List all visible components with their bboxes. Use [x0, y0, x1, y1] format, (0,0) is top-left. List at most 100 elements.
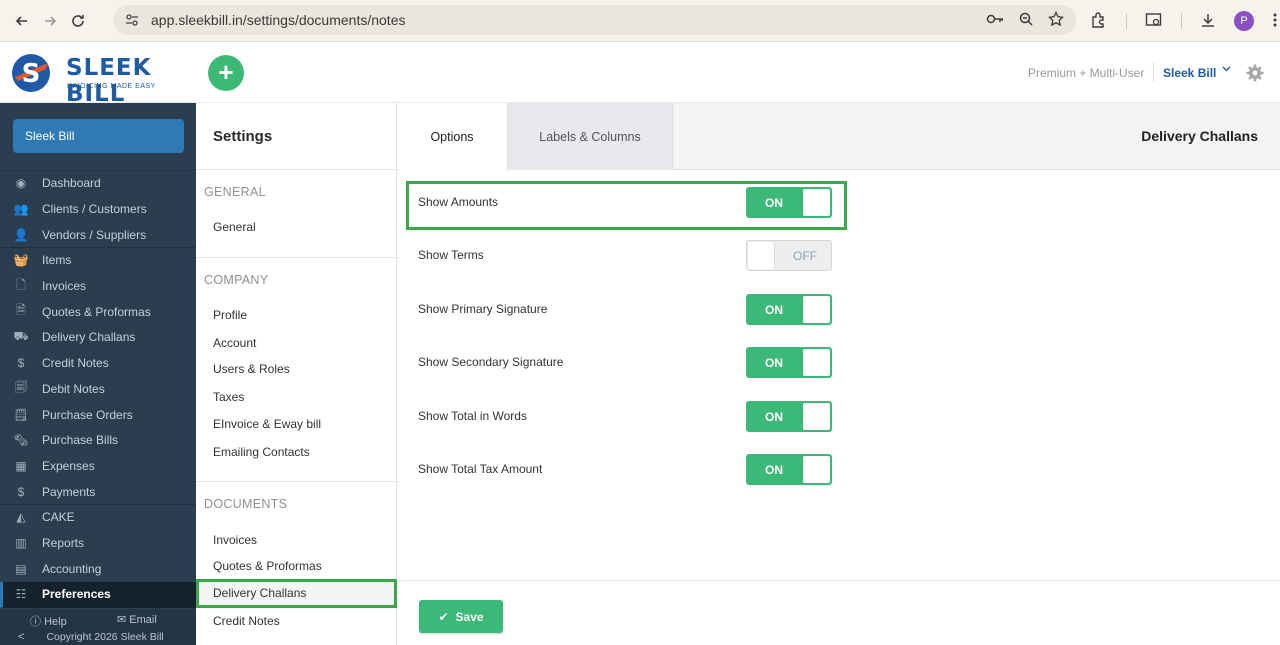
settings-divider: [196, 257, 396, 258]
truck-icon: ⛟: [13, 329, 29, 344]
app-header: S SLEEK BILL INVOICING MADE EASY + Premi…: [0, 42, 1280, 107]
settings-item-profile[interactable]: Profile: [213, 308, 247, 322]
sidebar-item-label: CAKE: [42, 510, 75, 525]
sidebar-item-purchase-bills[interactable]: 🗞 Purchase Bills: [0, 428, 196, 454]
sidebar-item-accounting[interactable]: ▤ Accounting: [0, 556, 196, 582]
option-label: Show Secondary Signature: [418, 355, 564, 369]
browser-toolbar: app.sleekbill.in/settings/documents/note…: [0, 0, 1280, 42]
dollar-icon: $: [17, 484, 25, 499]
settings-item-emailing-contacts[interactable]: Emailing Contacts: [213, 445, 310, 459]
toggle-knob[interactable]: [803, 349, 830, 376]
extensions-icon[interactable]: [1090, 11, 1108, 32]
sidebar-item-purchase-orders[interactable]: 🗒 Purchase Orders: [0, 402, 196, 428]
sidebar-item-credit-notes[interactable]: $ Credit Notes: [0, 351, 196, 377]
site-settings-icon[interactable]: [123, 11, 141, 29]
sidebar-item-cake[interactable]: ◭ CAKE: [0, 505, 196, 531]
key-icon[interactable]: [986, 12, 1004, 29]
toggle-knob[interactable]: [803, 456, 830, 483]
eye-icon: ◉: [15, 176, 27, 191]
gear-icon[interactable]: [1246, 64, 1264, 82]
company-selector-button[interactable]: Sleek Bill: [13, 119, 184, 153]
zoom-icon[interactable]: [1018, 11, 1034, 30]
toggle-state: OFF: [793, 249, 817, 263]
sidebar-item-label: Credit Notes: [42, 356, 109, 371]
sidebar-item-delivery-challans[interactable]: ⛟ Delivery Challans: [0, 325, 196, 351]
toggle-switch[interactable]: ON: [746, 294, 832, 325]
chevron-down-icon[interactable]: [1222, 64, 1231, 75]
tab-labels-columns[interactable]: Labels & Columns: [508, 103, 673, 170]
reload-icon[interactable]: [64, 7, 92, 35]
settings-item-credit-notes[interactable]: Credit Notes: [213, 614, 280, 628]
sidebar-item-payments[interactable]: $ Payments: [0, 479, 196, 505]
profile-avatar[interactable]: P: [1234, 11, 1254, 31]
settings-item-general[interactable]: General: [213, 220, 256, 234]
sidebar-item-quotes-proformas[interactable]: 🗎 Quotes & Proformas: [0, 299, 196, 325]
save-button[interactable]: ✔ Save: [419, 600, 503, 633]
option-label: Show Total Tax Amount: [418, 462, 543, 476]
toggle-state: ON: [765, 463, 783, 477]
toggle-state: ON: [765, 356, 783, 370]
credit-note-icon: $: [17, 356, 25, 371]
sidebar-item-label: Preferences: [42, 587, 111, 602]
toggle-switch[interactable]: OFF: [746, 240, 832, 271]
collapse-sidebar-icon[interactable]: <: [18, 631, 24, 643]
sidebar-item-label: Items: [42, 253, 72, 268]
sidebar-item-clients-customers[interactable]: 👥 Clients / Customers: [0, 197, 196, 223]
forward-arrow-icon[interactable]: [36, 7, 64, 35]
media-search-icon[interactable]: [1145, 12, 1163, 31]
sidebar-item-label: Payments: [42, 484, 96, 499]
menu-dots-icon[interactable]: [1272, 12, 1278, 31]
user-menu[interactable]: Sleek Bill: [1163, 66, 1216, 80]
settings-item-delivery-challans[interactable]: Delivery Challans: [196, 579, 397, 608]
help-link[interactable]: ⓘ Help: [30, 613, 67, 629]
email-link[interactable]: ✉ Email: [117, 613, 157, 626]
nav-list: ◉ Dashboard 👥 Clients / Customers 👤 Vendors /…: [0, 171, 196, 608]
back-arrow-icon[interactable]: [8, 7, 36, 35]
basket-icon: 🧺: [13, 253, 29, 268]
toolbar-separator: [1126, 13, 1127, 29]
toggle-knob[interactable]: [748, 242, 775, 269]
download-icon[interactable]: [1200, 12, 1216, 31]
toggle-knob[interactable]: [803, 296, 830, 323]
nav-footer: ⓘ Help ✉ Email < Copyright 2026 Sleek Bi…: [0, 609, 196, 645]
help-icon: ⓘ: [30, 616, 41, 628]
option-label: Show Amounts: [418, 195, 499, 209]
toggle-knob[interactable]: [803, 403, 830, 430]
toggle-switch[interactable]: ON: [746, 401, 832, 432]
toggle-knob[interactable]: [803, 189, 830, 216]
sidebar-item-label: Delivery Challans: [42, 330, 136, 345]
header-divider: [1153, 62, 1154, 82]
add-new-button[interactable]: +: [208, 55, 244, 91]
sleek-bill-logo[interactable]: S SLEEK BILL INVOICING MADE EASY: [10, 53, 190, 107]
sidebar-item-debit-notes[interactable]: 🗐 Debit Notes: [0, 377, 196, 403]
toggle-state: ON: [765, 410, 783, 424]
toggle-switch[interactable]: ON: [746, 347, 832, 378]
toggle-switch[interactable]: ON: [746, 454, 832, 485]
page-title: Delivery Challans: [1141, 128, 1258, 144]
sidebar-item-expenses[interactable]: ▦ Expenses: [0, 454, 196, 480]
sidebar-item-label: Invoices: [42, 279, 87, 294]
logo-text: SLEEK BILL: [66, 55, 152, 107]
star-icon[interactable]: [1047, 10, 1065, 30]
settings-item-einvoice-eway[interactable]: EInvoice & Eway bill: [213, 417, 321, 431]
settings-item-quotes-proformas[interactable]: Quotes & Proformas: [213, 559, 322, 573]
vendors-icon: 👤: [13, 227, 29, 242]
option-label: Show Primary Signature: [418, 302, 548, 316]
address-bar[interactable]: app.sleekbill.in/settings/documents/note…: [113, 5, 1076, 35]
toggle-switch[interactable]: ON: [746, 187, 832, 218]
toggle-state: ON: [765, 196, 783, 210]
tab-options[interactable]: Options: [397, 103, 508, 171]
sidebar-item-reports[interactable]: ▥ Reports: [0, 531, 196, 557]
sidebar-item-dashboard[interactable]: ◉ Dashboard: [0, 171, 196, 197]
url-text[interactable]: app.sleekbill.in/settings/documents/note…: [151, 12, 405, 28]
settings-item-invoices[interactable]: Invoices: [213, 533, 257, 547]
sidebar-item-items[interactable]: 🧺 Items: [0, 248, 196, 274]
settings-item-taxes[interactable]: Taxes: [213, 390, 244, 404]
sidebar-item-vendors-suppliers[interactable]: 👤 Vendors / Suppliers: [0, 222, 196, 249]
option-row-show-secondary-signature: Show Secondary Signature ON: [418, 347, 838, 378]
sidebar-item-invoices[interactable]: 🗋 Invoices: [0, 274, 196, 300]
email-icon: ✉: [117, 614, 127, 626]
settings-item-users-roles[interactable]: Users & Roles: [213, 362, 290, 376]
sidebar-item-preferences[interactable]: ☷ Preferences: [0, 582, 196, 608]
settings-item-account[interactable]: Account: [213, 336, 256, 350]
